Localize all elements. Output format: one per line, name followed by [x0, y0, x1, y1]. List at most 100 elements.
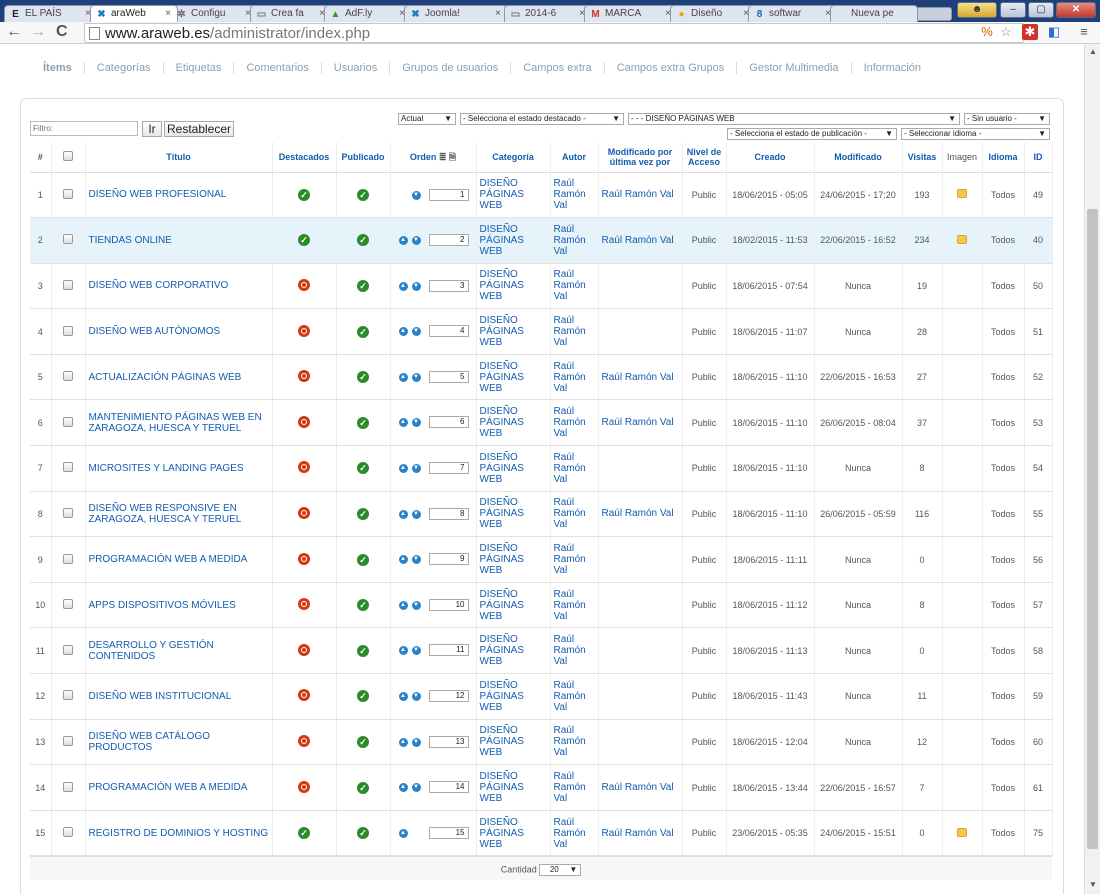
browser-tab[interactable]: ● Diseño ×: [670, 5, 756, 22]
order-input[interactable]: 8: [428, 507, 469, 520]
row-checkbox[interactable]: [63, 279, 73, 290]
image-icon[interactable]: [957, 234, 967, 244]
unfeatured-icon[interactable]: [298, 689, 310, 702]
published-check-icon[interactable]: ✓: [357, 507, 369, 520]
author-link[interactable]: Raúl Ramón Val: [554, 178, 586, 211]
modified-by-link[interactable]: Raúl Ramón Val: [602, 828, 674, 839]
order-input[interactable]: 12: [428, 690, 469, 703]
browser-tab[interactable]: E EL PAÍS ×: [4, 5, 98, 22]
subnav-item[interactable]: Campos extra: [523, 62, 591, 74]
forward-arrow-icon[interactable]: →: [30, 23, 46, 41]
move-down-icon[interactable]: ▼: [411, 737, 421, 747]
actual-select[interactable]: Actual ▼: [398, 113, 456, 125]
order-input[interactable]: 11: [428, 644, 469, 657]
featured-check-icon[interactable]: ✓: [298, 188, 310, 201]
unfeatured-icon[interactable]: [298, 324, 310, 337]
tab-close-icon[interactable]: ×: [165, 8, 171, 19]
col-published[interactable]: Publicado: [336, 142, 391, 173]
item-title-link[interactable]: DISEÑO WEB AUTÓNOMOS: [89, 326, 221, 337]
modified-by-link[interactable]: Raúl Ramón Val: [602, 235, 674, 246]
move-up-icon[interactable]: ▲: [398, 372, 408, 382]
item-title-link[interactable]: PROGRAMACIÓN WEB A MEDIDA: [89, 554, 248, 565]
tab-close-icon[interactable]: ×: [495, 8, 501, 19]
author-link[interactable]: Raúl Ramón Val: [554, 269, 586, 302]
go-button[interactable]: Ir: [142, 121, 162, 137]
row-checkbox[interactable]: [63, 188, 73, 199]
subnav-item[interactable]: Comentarios: [246, 62, 308, 74]
minimize-button[interactable]: –: [1000, 2, 1026, 18]
row-checkbox[interactable]: [63, 416, 73, 427]
move-up-icon[interactable]: ▲: [398, 783, 408, 793]
order-input[interactable]: 6: [428, 416, 469, 429]
row-checkbox[interactable]: [63, 644, 73, 655]
move-up-icon[interactable]: ▲: [398, 600, 408, 610]
limit-select[interactable]: 20 ▼: [539, 864, 582, 876]
maximize-button[interactable]: ▢: [1028, 2, 1054, 18]
image-icon[interactable]: [957, 827, 967, 837]
publish-state-select[interactable]: - Selecciona el estado de publicación - ▼: [727, 128, 897, 140]
unfeatured-icon[interactable]: [298, 643, 310, 656]
published-check-icon[interactable]: ✓: [357, 781, 369, 794]
browser-tab[interactable]: ✖ Joomla! ×: [404, 5, 508, 22]
author-link[interactable]: Raúl Ramón Val: [554, 497, 586, 530]
published-check-icon[interactable]: ✓: [357, 827, 369, 840]
move-up-icon[interactable]: ▲: [398, 236, 408, 246]
col-access[interactable]: Nivel de Acceso: [682, 142, 727, 173]
move-up-icon[interactable]: ▲: [398, 828, 408, 838]
subnav-item[interactable]: Campos extra Grupos: [617, 62, 725, 74]
row-checkbox[interactable]: [63, 553, 73, 564]
move-down-icon[interactable]: ▼: [411, 372, 421, 382]
move-down-icon[interactable]: ▼: [411, 509, 421, 519]
category-link[interactable]: DISEÑO PÁGINAS WEB: [480, 315, 524, 348]
move-down-icon[interactable]: ▼: [411, 190, 421, 200]
row-checkbox[interactable]: [63, 507, 73, 518]
published-check-icon[interactable]: ✓: [357, 553, 369, 566]
col-language[interactable]: Idioma: [982, 142, 1025, 173]
row-checkbox[interactable]: [63, 735, 73, 746]
category-link[interactable]: DISEÑO PÁGINAS WEB: [480, 361, 524, 394]
col-modified-by[interactable]: Modificado por última vez por: [598, 142, 683, 173]
order-input[interactable]: 15: [428, 826, 469, 839]
order-input[interactable]: 5: [428, 370, 469, 383]
author-link[interactable]: Raúl Ramón Val: [554, 543, 586, 576]
category-link[interactable]: DISEÑO PÁGINAS WEB: [480, 817, 524, 850]
category-link[interactable]: DISEÑO PÁGINAS WEB: [480, 224, 524, 257]
col-category[interactable]: Categoría: [476, 142, 551, 173]
unfeatured-icon[interactable]: [298, 552, 310, 565]
author-link[interactable]: Raúl Ramón Val: [554, 771, 586, 804]
published-check-icon[interactable]: ✓: [357, 188, 369, 201]
author-link[interactable]: Raúl Ramón Val: [554, 224, 586, 257]
category-link[interactable]: DISEÑO PÁGINAS WEB: [480, 680, 524, 713]
unfeatured-icon[interactable]: [298, 415, 310, 428]
col-title[interactable]: Título: [85, 142, 273, 173]
row-checkbox[interactable]: [63, 234, 73, 245]
profile-button[interactable]: ☻: [957, 2, 997, 18]
order-input[interactable]: 13: [428, 735, 469, 748]
row-checkbox[interactable]: [63, 325, 73, 336]
item-title-link[interactable]: DISEÑO WEB RESPONSIVE EN ZARAGOZA, HUESC…: [89, 503, 242, 525]
category-link[interactable]: DISEÑO PÁGINAS WEB: [480, 543, 524, 576]
move-down-icon[interactable]: ▼: [411, 418, 421, 428]
move-up-icon[interactable]: ▲: [398, 418, 408, 428]
unfeatured-icon[interactable]: [298, 506, 310, 519]
unfeatured-icon[interactable]: [298, 370, 310, 383]
subnav-item[interactable]: Ítems: [43, 62, 72, 74]
order-input[interactable]: 14: [428, 781, 469, 794]
browser-tab[interactable]: 8 softwar ×: [748, 5, 838, 22]
col-author[interactable]: Autor: [550, 142, 599, 173]
move-down-icon[interactable]: ▼: [411, 783, 421, 793]
col-hits[interactable]: Visitas: [902, 142, 943, 173]
move-down-icon[interactable]: ▼: [411, 600, 421, 610]
published-check-icon[interactable]: ✓: [357, 371, 369, 384]
category-link[interactable]: DISEÑO PÁGINAS WEB: [480, 406, 524, 439]
move-up-icon[interactable]: ▲: [398, 737, 408, 747]
item-title-link[interactable]: PROGRAMACIÓN WEB A MEDIDA: [89, 782, 248, 793]
scroll-thumb[interactable]: [1087, 209, 1098, 849]
published-check-icon[interactable]: ✓: [357, 690, 369, 703]
order-input[interactable]: 10: [428, 598, 469, 611]
subnav-item[interactable]: Grupos de usuarios: [402, 62, 498, 74]
browser-tab[interactable]: ▭ 2014-6 ×: [504, 5, 592, 22]
move-up-icon[interactable]: ▲: [398, 692, 408, 702]
move-up-icon[interactable]: ▲: [398, 464, 408, 474]
author-link[interactable]: Raúl Ramón Val: [554, 406, 586, 439]
